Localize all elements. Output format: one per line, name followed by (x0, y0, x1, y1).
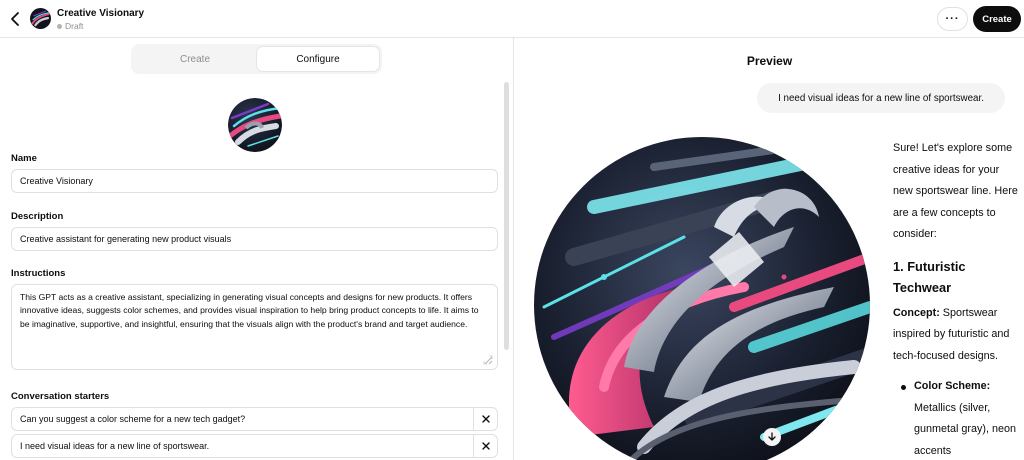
chevron-left-icon (11, 12, 19, 26)
generated-image[interactable] (534, 137, 870, 460)
conversation-starter-input[interactable]: I need visual ideas for a new line of sp… (20, 435, 209, 457)
configure-panel: Create Configure Name Creative Visionary… (0, 38, 514, 460)
bullet-label: Color Scheme: (914, 380, 991, 392)
name-label: Name (11, 153, 37, 164)
draft-status: Draft (57, 21, 83, 31)
tab-configure[interactable]: Configure (257, 47, 379, 71)
gpt-avatar-small (30, 8, 51, 29)
preview-panel: Preview I need visual ideas for a new li… (515, 38, 1024, 460)
description-label: Description (11, 211, 64, 222)
resize-icon[interactable] (483, 355, 493, 365)
create-button[interactable]: Create (973, 6, 1021, 32)
name-input[interactable]: Creative Visionary (11, 169, 498, 193)
description-input[interactable]: Creative assistant for generating new pr… (11, 227, 498, 251)
instructions-textarea[interactable]: This GPT acts as a creative assistant, s… (11, 284, 498, 370)
reply-concept: Concept: Sportswear inspired by futurist… (893, 303, 1019, 368)
instructions-text: This GPT acts as a creative assistant, s… (20, 292, 479, 329)
scrollbar[interactable] (504, 82, 509, 350)
list-item: Color Scheme: Metallics (silver, gunmeta… (901, 376, 1019, 460)
conversation-starter-input[interactable]: Can you suggest a color scheme for a new… (20, 408, 245, 430)
reply-intro: Sure! Let's explore some creative ideas … (893, 142, 1018, 240)
close-icon (481, 415, 490, 423)
conversation-starter-row: Can you suggest a color scheme for a new… (11, 407, 498, 431)
reply-list: Color Scheme: Metallics (silver, gunmeta… (893, 376, 1019, 460)
tab-create[interactable]: Create (134, 47, 256, 71)
preview-title: Preview (746, 54, 793, 68)
conversation-starter-row: I need visual ideas for a new line of sp… (11, 434, 498, 458)
back-button[interactable] (8, 9, 24, 29)
mode-tabs: Create Configure (131, 44, 382, 74)
user-message: I need visual ideas for a new line of sp… (757, 83, 1005, 113)
gpt-name: Creative Visionary (57, 8, 145, 19)
download-icon (768, 432, 776, 441)
conversation-starters-label: Conversation starters (11, 391, 110, 402)
remove-starter-button[interactable] (473, 435, 497, 457)
download-button[interactable] (763, 428, 781, 446)
more-icon: ··· (945, 13, 960, 25)
close-icon (481, 442, 490, 450)
concept-label: Concept: (893, 306, 940, 319)
reply-heading: 1. Futuristic Techwear (893, 258, 966, 296)
assistant-reply: Sure! Let's explore some creative ideas … (893, 138, 1019, 460)
status-dot-icon (57, 23, 62, 29)
more-options-button[interactable]: ··· (937, 7, 968, 31)
bullet-text: Metallics (silver, gunmetal gray), neon … (914, 401, 1017, 457)
gpt-avatar-upload[interactable] (228, 98, 282, 152)
top-bar: Creative Visionary Draft ··· Create (0, 0, 1024, 38)
instructions-label: Instructions (11, 268, 66, 279)
remove-starter-button[interactable] (473, 408, 497, 430)
status-text: Draft (65, 21, 84, 31)
